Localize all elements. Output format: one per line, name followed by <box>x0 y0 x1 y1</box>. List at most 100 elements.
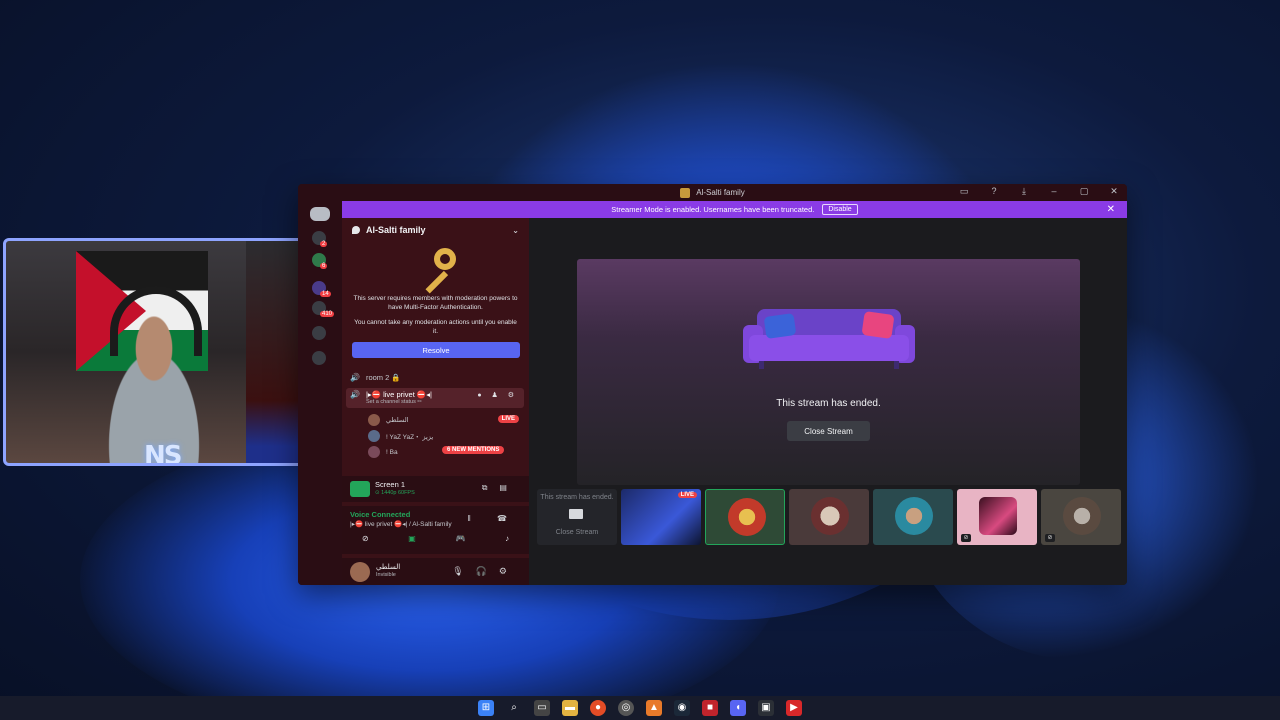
notification-badge: 14 <box>320 291 331 297</box>
minimize-icon[interactable]: – <box>1047 186 1061 197</box>
discord-window: Al-Salti family ▭ ? ⤓ – ▢ ✕ 2 6 14 410 S… <box>298 184 1127 585</box>
close-icon[interactable]: ✕ <box>1107 204 1115 215</box>
chevron-down-icon[interactable]: ⌄ <box>512 226 519 235</box>
camera-off-icon[interactable]: ⊘ <box>362 534 369 543</box>
steam-icon[interactable]: ◉ <box>674 700 690 716</box>
obs-icon[interactable]: ◎ <box>618 700 634 716</box>
avatar <box>368 414 380 426</box>
notification-badge: 2 <box>320 241 328 247</box>
monitor-icon <box>569 509 583 519</box>
voice-member[interactable]: ! YaZ YaZ・ يزيز <box>368 430 433 442</box>
close-stream-button[interactable]: Close Stream <box>787 421 870 441</box>
voice-member[interactable]: ! Ba <box>368 446 398 458</box>
inbox-icon[interactable]: ▭ <box>957 186 971 197</box>
user-status: Invisible <box>376 572 396 578</box>
live-badge: LIVE <box>497 415 519 423</box>
title-bar[interactable]: Al-Salti family ▭ ? ⤓ – ▢ ✕ <box>298 184 1127 201</box>
search-icon[interactable]: ⌕ <box>506 700 522 716</box>
app-icon[interactable]: ▶ <box>786 700 802 716</box>
member-name: السلطي <box>386 417 409 424</box>
avatar <box>368 446 380 458</box>
channel-sidebar: Al-Salti family ⌄ This server requires m… <box>342 218 529 585</box>
maximize-icon[interactable]: ▢ <box>1077 186 1091 197</box>
screen-share-panel: Screen 1 ⊙ 1440p 60FPS ⧉▤ <box>342 476 529 502</box>
member-name: ! YaZ YaZ・ يزيز <box>386 434 434 441</box>
chrome-icon[interactable]: ● <box>590 700 606 716</box>
mentions-badge[interactable]: 6 NEW MENTIONS <box>442 446 505 454</box>
disable-button[interactable]: Disable <box>822 204 858 215</box>
participant-tile[interactable]: ⊘ <box>957 489 1037 545</box>
close-icon[interactable]: ✕ <box>1107 186 1121 197</box>
live-badge: LIVE <box>677 492 697 498</box>
file-explorer-icon[interactable]: ▬ <box>562 700 578 716</box>
shield-icon <box>352 226 360 234</box>
app-icon[interactable]: ■ <box>702 700 718 716</box>
notification-badge: 410 <box>320 311 335 317</box>
voice-channel[interactable]: 🔊 room 2 🔒 <box>350 373 401 382</box>
server-icon[interactable] <box>312 351 326 365</box>
stream-controls[interactable]: ⧉▤ <box>482 483 519 493</box>
channel-actions[interactable]: ● ♟ ⚙ <box>477 391 518 399</box>
screen-quality: ⊙ 1440p 60FPS <box>375 490 415 496</box>
server-rail: 2 6 14 410 <box>298 201 342 585</box>
avatar <box>811 497 849 535</box>
voice-member[interactable]: السلطي <box>368 414 409 426</box>
channel-name: room 2 🔒 <box>365 373 401 382</box>
participant-tile[interactable] <box>705 489 785 545</box>
channel-name: |▸⛔ live privet ⛔◂| <box>365 390 432 399</box>
avatar <box>979 497 1017 535</box>
participant-tile[interactable]: LIVE <box>621 489 701 545</box>
voice-channel-path[interactable]: |▸⛔ live privet ⛔◂| / Al-Salti family <box>350 520 452 528</box>
avatar <box>895 497 933 535</box>
avatar[interactable] <box>350 562 370 582</box>
participant-strip: This stream has ended. Close Stream LIVE… <box>537 489 1123 547</box>
voice-connected-panel: Voice Connected |▸⛔ live privet ⛔◂| / Al… <box>342 506 529 554</box>
screen-share-icon <box>350 481 370 497</box>
tile-ended-text: This stream has ended. <box>540 494 614 501</box>
mfa-text: This server requires members with modera… <box>353 295 518 311</box>
voice-channel-active[interactable]: 🔊 |▸⛔ live privet ⛔◂| Set a channel stat… <box>346 388 524 408</box>
participant-tile[interactable] <box>873 489 953 545</box>
soundboard-icon[interactable]: ♪ <box>505 534 509 543</box>
screen-title: Screen 1 <box>375 480 406 489</box>
stream-stage: This stream has ended. Close Stream <box>577 259 1080 485</box>
user-controls[interactable]: 🎙🎧⚙ <box>452 566 519 577</box>
webcam-overlay: NS <box>3 238 319 466</box>
discord-home-icon[interactable] <box>310 207 330 221</box>
resolve-button[interactable]: Resolve <box>352 342 520 358</box>
tile-close-stream[interactable]: Close Stream <box>537 529 617 536</box>
avatar <box>1063 497 1101 535</box>
avatar <box>368 430 380 442</box>
activity-icon[interactable]: 🎮 <box>455 534 465 543</box>
participant-tile[interactable] <box>789 489 869 545</box>
ns-logo: NS <box>144 441 182 466</box>
start-icon[interactable]: ⊞ <box>478 700 494 716</box>
help-icon[interactable]: ? <box>987 186 1001 197</box>
user-panel: السلطي Invisible 🎙🎧⚙ <box>342 558 529 585</box>
task-view-icon[interactable]: ▭ <box>534 700 550 716</box>
speaker-icon: 🔊 <box>350 390 360 399</box>
server-header[interactable]: Al-Salti family ⌄ <box>342 218 529 242</box>
screen-share-icon[interactable]: ▣ <box>408 534 416 543</box>
server-name: Al-Salti family <box>366 225 426 235</box>
streamer-mode-banner: Streamer Mode is enabled. Usernames have… <box>342 201 1127 218</box>
stream-area: This stream has ended. Close Stream This… <box>529 218 1127 585</box>
speaker-icon: 🔊 <box>350 373 360 382</box>
windows-taskbar: ⊞ ⌕ ▭ ▬ ● ◎ ▲ ◉ ■ ◖ ▣ ▶ <box>0 696 1280 720</box>
couch-illustration <box>743 305 915 377</box>
participant-tile[interactable]: This stream has ended. Close Stream <box>537 489 617 545</box>
discord-icon[interactable]: ◖ <box>730 700 746 716</box>
mfa-text-2: You cannot take any moderation actions u… <box>354 319 517 335</box>
voice-actions[interactable]: ‖ ☎ <box>468 514 520 523</box>
download-icon[interactable]: ⤓ <box>1017 186 1031 197</box>
voice-status: Voice Connected <box>350 510 411 519</box>
app-icon[interactable]: ▣ <box>758 700 774 716</box>
mfa-notice: This server requires members with modera… <box>342 242 529 364</box>
key-icon <box>416 248 456 294</box>
participant-tile[interactable]: ⊘ <box>1041 489 1121 545</box>
camera-off-icon: ⊘ <box>1045 534 1055 542</box>
app-icon[interactable]: ▲ <box>646 700 662 716</box>
channel-status[interactable]: Set a channel status ✏ <box>366 399 422 405</box>
server-icon[interactable] <box>312 326 326 340</box>
camera-off-icon: ⊘ <box>961 534 971 542</box>
